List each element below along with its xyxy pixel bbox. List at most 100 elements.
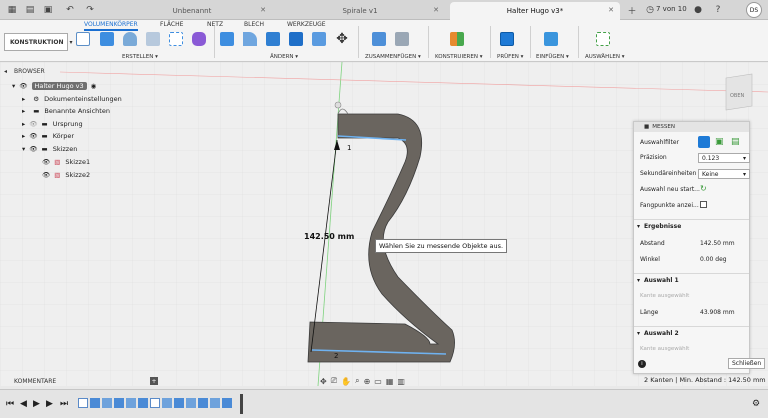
browser-item[interactable]: ▾ 👁 ▬ Skizzen — [22, 143, 77, 155]
chevron-right-icon[interactable]: ▸ — [22, 132, 25, 140]
tab-unbenannt[interactable]: Unbenannt ✕ — [112, 2, 272, 20]
sketch-feature-icon[interactable] — [78, 398, 88, 408]
chevron-right-icon[interactable]: ▸ — [22, 120, 25, 128]
filter-edge-icon[interactable]: ▤ — [731, 137, 740, 147]
browser-item[interactable]: ▸ 👁 ▬ Körper — [22, 130, 74, 142]
undo-icon[interactable]: ↶ — [64, 4, 76, 16]
collapse-icon[interactable]: ◂ — [4, 68, 7, 75]
fillet-feature-icon[interactable] — [198, 398, 208, 408]
close-icon[interactable]: ✕ — [608, 6, 614, 14]
viewports-icon[interactable]: ▥ — [397, 375, 405, 387]
tab-flaeche[interactable]: FLÄCHE — [160, 21, 183, 28]
orbit-icon[interactable]: ✥ — [320, 375, 327, 387]
group-konstruieren[interactable]: KONSTRUIEREN ▾ — [435, 54, 482, 60]
tab-volumenkoerper[interactable]: VOLUMENKÖRPER — [84, 21, 138, 31]
new-tab-icon[interactable]: ＋ — [626, 4, 638, 17]
eye-icon[interactable]: 👁 — [42, 158, 50, 166]
select-icon[interactable] — [596, 32, 610, 46]
display-mode-icon[interactable]: ▭ — [374, 375, 382, 387]
first-step-icon[interactable]: ⏮ — [6, 399, 14, 409]
notification-icon[interactable]: ● — [692, 4, 704, 16]
precision-select[interactable]: 0.123 ▾ — [698, 153, 750, 163]
selection-2-section[interactable]: ▾ Auswahl 2 — [634, 326, 749, 337]
eye-icon[interactable]: 👁 — [29, 120, 37, 128]
measure-header[interactable]: ■ MESSEN — [634, 122, 749, 132]
tab-halter-hugo[interactable]: Halter Hugo v3* ✕ — [450, 2, 620, 20]
restart-icon[interactable]: ↻ — [700, 184, 707, 193]
revolve-icon[interactable] — [123, 32, 137, 46]
extrude-feature-icon[interactable] — [90, 398, 100, 408]
help-icon[interactable]: ? — [712, 4, 724, 16]
hole-icon[interactable] — [146, 32, 160, 46]
chevron-right-icon[interactable]: ▸ — [22, 95, 25, 103]
chevron-down-icon[interactable]: ▾ — [22, 145, 25, 153]
fillet-feature-icon[interactable] — [222, 398, 232, 408]
offset-plane-icon[interactable] — [450, 32, 464, 46]
clock-icon[interactable]: ◷ — [644, 4, 656, 16]
prev-step-icon[interactable]: ◀ — [20, 399, 27, 409]
browser-item[interactable]: ▸ ▬ Benannte Ansichten — [22, 105, 110, 117]
fit-icon[interactable]: ⊕ — [364, 375, 371, 387]
new-component-icon[interactable] — [372, 32, 386, 46]
viewcube-label[interactable]: OBEN — [730, 93, 745, 99]
close-button[interactable]: Schließen — [728, 358, 766, 369]
press-pull-icon[interactable] — [220, 32, 234, 46]
root-component[interactable]: Halter Hugo v3 — [31, 82, 87, 90]
next-step-icon[interactable]: ▶ — [46, 399, 53, 409]
last-step-icon[interactable]: ⏭ — [60, 399, 68, 409]
secondary-select[interactable]: Keine ▾ — [698, 169, 750, 179]
fillet-feature-icon[interactable] — [126, 398, 136, 408]
fillet-feature-icon[interactable] — [114, 398, 124, 408]
workspace-dropdown[interactable]: KONSTRUKTION ▾ — [4, 33, 73, 51]
look-at-icon[interactable]: ⎚ — [331, 375, 337, 387]
sketch-feature-icon[interactable] — [150, 398, 160, 408]
grid-icon[interactable]: ▦ — [386, 375, 394, 387]
snap-checkbox[interactable] — [700, 201, 707, 208]
eye-icon[interactable]: 👁 — [19, 82, 27, 90]
extrude-icon[interactable] — [100, 32, 114, 46]
viewcube[interactable] — [725, 73, 753, 111]
tab-netz[interactable]: NETZ — [207, 21, 223, 28]
extrude-feature-icon[interactable] — [102, 398, 112, 408]
group-aendern[interactable]: ÄNDERN ▾ — [270, 54, 298, 60]
fillet-feature-icon[interactable] — [174, 398, 184, 408]
gear-icon[interactable]: ⚙ — [752, 399, 760, 409]
joint-icon[interactable] — [395, 32, 409, 46]
fillet-feature-icon[interactable] — [186, 398, 196, 408]
measure-icon[interactable] — [500, 32, 514, 46]
record-icon[interactable]: ◉ — [91, 82, 97, 90]
info-icon[interactable]: i — [638, 360, 646, 368]
browser-item[interactable]: 👁 ▧ Skizze1 — [42, 156, 90, 168]
plus-icon[interactable]: + — [150, 377, 158, 385]
pattern-icon[interactable] — [169, 32, 183, 46]
avatar[interactable]: DS — [746, 2, 762, 18]
browser-header[interactable]: ◂ BROWSER — [4, 66, 160, 77]
filter-body-icon[interactable] — [698, 136, 710, 148]
browser-item[interactable]: 👁 ▧ Skizze2 — [42, 169, 90, 181]
filter-face-icon[interactable]: ▣ — [715, 137, 724, 147]
form-icon[interactable] — [192, 32, 206, 46]
combine-icon[interactable] — [312, 32, 326, 46]
save-icon[interactable]: ▣ — [42, 4, 54, 16]
group-zusammenfuegen[interactable]: ZUSAMMENFÜGEN ▾ — [365, 54, 421, 60]
fillet-feature-icon[interactable] — [138, 398, 148, 408]
tab-spirale[interactable]: Spirale v1 ✕ — [275, 2, 445, 20]
pan-icon[interactable]: ✋ — [341, 375, 351, 387]
chamfer-icon[interactable] — [266, 32, 280, 46]
comments-panel[interactable]: KOMMENTARE + — [4, 376, 162, 386]
shell-icon[interactable] — [289, 32, 303, 46]
file-icon[interactable]: ▤ — [24, 4, 36, 16]
app-grid-icon[interactable]: ▦ — [6, 4, 18, 16]
selection-1-section[interactable]: ▾ Auswahl 1 — [634, 273, 749, 284]
group-erstellen[interactable]: ERSTELLEN ▾ — [122, 54, 158, 60]
new-sketch-icon[interactable] — [76, 32, 90, 46]
browser-root[interactable]: ▾ 👁 Halter Hugo v3 ◉ — [12, 80, 96, 92]
redo-icon[interactable]: ↷ — [84, 4, 96, 16]
eye-icon[interactable]: 👁 — [29, 132, 37, 140]
tab-blech[interactable]: BLECH — [244, 21, 264, 28]
close-icon[interactable]: ✕ — [260, 6, 266, 14]
group-einfuegen[interactable]: EINFÜGEN ▾ — [536, 54, 569, 60]
play-icon[interactable]: ▶ — [33, 399, 40, 409]
timeline-marker[interactable] — [240, 394, 243, 414]
browser-item[interactable]: ▸ 👁 ▬ Ursprung — [22, 118, 83, 130]
